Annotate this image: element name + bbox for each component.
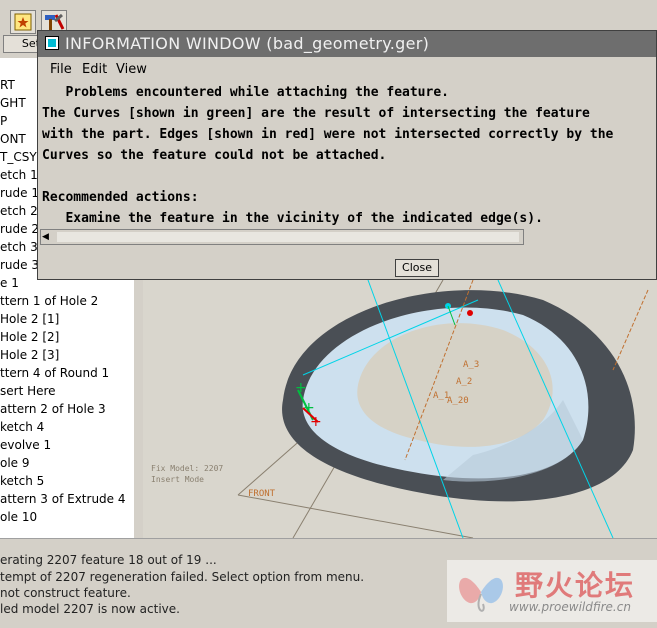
window-menubar: File Edit View: [38, 57, 656, 81]
star-icon: [14, 13, 32, 31]
scroll-left-icon[interactable]: ◀: [42, 231, 54, 243]
tree-item[interactable]: e 1: [0, 274, 19, 292]
menu-view[interactable]: View: [116, 62, 147, 77]
message-line: Examine the feature in the vicinity of t…: [42, 211, 543, 226]
message-line: Recommended actions:: [42, 190, 199, 205]
tree-item[interactable]: ole 10: [0, 508, 37, 526]
window-titlebar[interactable]: INFORMATION WINDOW (bad_geometry.ger): [38, 31, 656, 57]
toolbar-strip: [142, 0, 657, 31]
status-line: erating 2207 feature 18 out of 19 ...: [0, 553, 217, 567]
datum-label-front: FRONT: [248, 489, 276, 499]
close-button[interactable]: Close: [395, 259, 439, 277]
tree-item[interactable]: attern 2 of Hole 3: [0, 400, 106, 418]
tree-item[interactable]: etch 1: [0, 166, 38, 184]
mode-line: Insert Mode: [151, 475, 204, 484]
status-line: tempt of 2207 regeneration failed. Selec…: [0, 570, 365, 584]
axis-label-a2: A_2: [456, 377, 472, 387]
tree-item[interactable]: RT: [0, 76, 15, 94]
tree-item[interactable]: etch 2: [0, 202, 38, 220]
tree-item[interactable]: GHT: [0, 94, 26, 112]
message-line: with the part. Edges [shown in red] were…: [42, 127, 614, 142]
scrollbar-track[interactable]: [57, 232, 519, 242]
message-line: Curves so the feature could not be attac…: [42, 148, 387, 163]
graphics-viewport[interactable]: + + + A_3 A_2 A_1 A_20 FRONT Fix Model: …: [143, 280, 657, 538]
mode-line: Fix Model: 2207: [151, 464, 223, 473]
message-line: The Curves [shown in green] are the resu…: [42, 106, 590, 121]
tree-item[interactable]: evolve 1: [0, 436, 51, 454]
axis-label-a20: A_20: [447, 396, 469, 406]
tree-item[interactable]: ole 9: [0, 454, 30, 472]
datum-plane-edge: [237, 494, 474, 538]
tree-item[interactable]: Hole 2 [2]: [0, 328, 59, 346]
status-line: not construct feature.: [0, 586, 131, 600]
tree-item[interactable]: etch 3: [0, 238, 38, 256]
model-view: + + + A_3 A_2 A_1 A_20 FRONT Fix Model: …: [151, 280, 649, 538]
tree-item[interactable]: ONT: [0, 130, 26, 148]
axis-label-a3: A_3: [463, 360, 479, 370]
tree-item[interactable]: Hole 2 [3]: [0, 346, 59, 364]
datum-point: [467, 310, 473, 316]
status-line: led model 2207 is now active.: [0, 602, 180, 616]
tree-item[interactable]: attern 3 of Extrude 4: [0, 490, 126, 508]
message-line: Problems encountered while attaching the…: [42, 85, 449, 100]
information-window: INFORMATION WINDOW (bad_geometry.ger) Fi…: [37, 30, 657, 280]
tree-item[interactable]: rude 2: [0, 220, 39, 238]
tree-item[interactable]: ketch 4: [0, 418, 44, 436]
red-marker: +: [310, 414, 322, 430]
window-icon: [45, 36, 59, 50]
tree-item[interactable]: sert Here: [0, 382, 56, 400]
tree-item[interactable]: rude 1: [0, 184, 39, 202]
tree-item[interactable]: ttern 4 of Round 1: [0, 364, 109, 382]
tree-item[interactable]: ketch 5: [0, 472, 44, 490]
watermark-url: www.proewildfire.cn: [509, 600, 631, 614]
watermark-text: 野火论坛: [515, 569, 636, 602]
tree-item[interactable]: ttern 1 of Hole 2: [0, 292, 98, 310]
menu-edit[interactable]: Edit: [82, 62, 107, 77]
sketch-tool-button[interactable]: [10, 10, 36, 34]
menu-file[interactable]: File: [50, 62, 72, 77]
tree-item[interactable]: Hole 2 [1]: [0, 310, 59, 328]
window-title: INFORMATION WINDOW (bad_geometry.ger): [65, 34, 430, 53]
butterfly-logo-icon: [459, 577, 503, 612]
green-marker: +: [295, 380, 307, 396]
watermark: 野火论坛 www.proewildfire.cn: [447, 560, 657, 622]
tree-item[interactable]: rude 3: [0, 256, 39, 274]
horizontal-scrollbar[interactable]: ◀: [40, 229, 524, 245]
datum-axis-line: [612, 289, 649, 371]
tree-item[interactable]: P: [0, 112, 7, 130]
